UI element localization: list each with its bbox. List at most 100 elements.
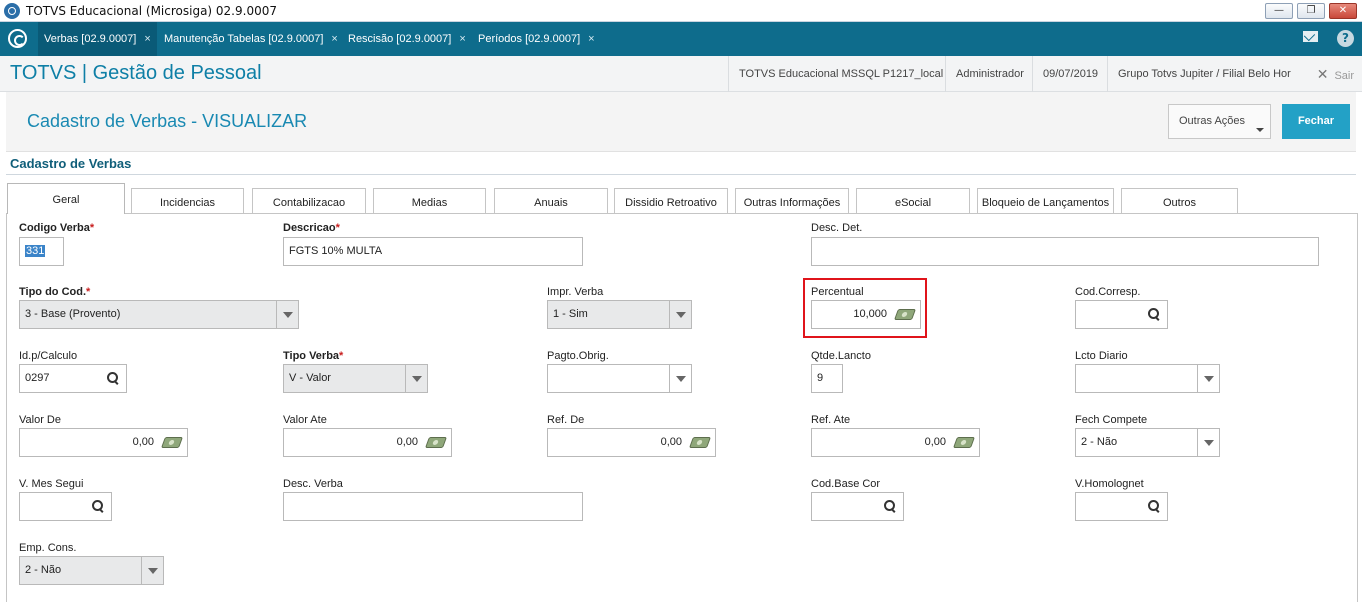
chevron-down-icon[interactable] bbox=[276, 301, 298, 328]
emp-cons-label: Emp. Cons. bbox=[19, 542, 77, 554]
close-window-button[interactable]: ✕ bbox=[1329, 3, 1357, 19]
minimize-button[interactable]: — bbox=[1265, 3, 1293, 19]
v-mes-segui-input[interactable] bbox=[19, 492, 112, 521]
tab-anuais[interactable]: Anuais bbox=[494, 188, 608, 213]
calculator-icon[interactable] bbox=[424, 437, 448, 448]
ref-ate-label: Ref. Ate bbox=[811, 414, 851, 426]
lcto-diario-label: Lcto Diario bbox=[1075, 350, 1128, 362]
lcto-diario-select[interactable] bbox=[1075, 364, 1220, 393]
fech-compete-label: Fech Compete bbox=[1075, 414, 1148, 426]
tab-periodos[interactable]: Períodos [02.9.0007] × bbox=[472, 22, 600, 56]
calculator-icon[interactable] bbox=[160, 437, 184, 448]
other-actions-button[interactable]: Outras Ações bbox=[1168, 104, 1271, 139]
date-info: 09/07/2019 bbox=[1032, 56, 1106, 92]
impr-verba-select[interactable]: 1 - Sim bbox=[547, 300, 692, 329]
valor-ate-input[interactable]: 0,00 bbox=[283, 428, 452, 457]
chevron-down-icon[interactable] bbox=[1197, 429, 1219, 456]
close-button[interactable]: Fechar bbox=[1282, 104, 1350, 139]
tab-verbas[interactable]: Verbas [02.9.0007] × bbox=[38, 22, 157, 56]
descricao-input[interactable]: FGTS 10% MULTA bbox=[283, 237, 583, 266]
highlight-annotation bbox=[803, 278, 927, 338]
tab-close-icon[interactable]: × bbox=[459, 33, 465, 45]
tipo-do-cod-select[interactable]: 3 - Base (Provento) bbox=[19, 300, 299, 329]
cod-corresp-input[interactable] bbox=[1075, 300, 1168, 329]
tab-esocial[interactable]: eSocial bbox=[856, 188, 970, 213]
calculator-icon[interactable] bbox=[952, 437, 976, 448]
ref-de-input[interactable]: 0,00 bbox=[547, 428, 716, 457]
tab-panel-geral bbox=[6, 213, 1358, 602]
restore-button[interactable]: ❐ bbox=[1297, 3, 1325, 19]
emp-cons-select[interactable]: 2 - Não bbox=[19, 556, 164, 585]
cod-base-cor-input[interactable] bbox=[811, 492, 904, 521]
pagto-obrig-label: Pagto.Obrig. bbox=[547, 350, 609, 362]
tab-outros[interactable]: Outros bbox=[1121, 188, 1238, 213]
tab-geral[interactable]: Geral bbox=[7, 183, 125, 214]
search-icon[interactable] bbox=[107, 372, 118, 383]
environment-info: TOTVS Educacional MSSQL P1217_local bbox=[728, 56, 944, 92]
v-homolognet-label: V.Homolognet bbox=[1075, 478, 1144, 490]
valor-de-input[interactable]: 0,00 bbox=[19, 428, 188, 457]
codigo-verba-label: Codigo Verba* bbox=[19, 222, 95, 234]
chevron-down-icon[interactable] bbox=[669, 365, 691, 392]
valor-ate-label: Valor Ate bbox=[283, 414, 327, 426]
tab-incidencias[interactable]: Incidencias bbox=[131, 188, 244, 213]
tipo-verba-select[interactable]: V - Valor bbox=[283, 364, 428, 393]
tab-outras-informacoes[interactable]: Outras Informações bbox=[735, 188, 849, 213]
section-title: Cadastro de Verbas bbox=[10, 156, 132, 171]
tipo-do-cod-label: Tipo do Cod.* bbox=[19, 286, 91, 298]
page-title: Cadastro de Verbas - VISUALIZAR bbox=[27, 111, 308, 131]
v-mes-segui-label: V. Mes Segui bbox=[19, 478, 84, 490]
chevron-down-icon[interactable] bbox=[669, 301, 691, 328]
open-routines-bar: Verbas [02.9.0007] × Manutenção Tabelas [… bbox=[0, 22, 1362, 56]
exit-button[interactable]: ✕ Sair bbox=[1317, 56, 1354, 92]
valor-de-label: Valor De bbox=[19, 414, 61, 426]
codigo-verba-input[interactable]: 331 bbox=[19, 237, 64, 266]
app-header: TOTVS | Gestão de Pessoal TOTVS Educacio… bbox=[0, 56, 1362, 92]
desc-det-input[interactable] bbox=[811, 237, 1319, 266]
tab-contabilizacao[interactable]: Contabilizacao bbox=[252, 188, 366, 213]
exit-label: Sair bbox=[1334, 70, 1354, 82]
pagto-obrig-select[interactable] bbox=[547, 364, 692, 393]
chevron-down-icon[interactable] bbox=[1197, 365, 1219, 392]
app-brand: TOTVS | Gestão de Pessoal bbox=[10, 62, 262, 84]
desc-det-label: Desc. Det. bbox=[811, 222, 863, 234]
window-title-bar: TOTVS Educacional (Microsiga) 02.9.0007 … bbox=[0, 0, 1362, 22]
other-actions-label: Outras Ações bbox=[1179, 115, 1246, 127]
search-icon[interactable] bbox=[884, 500, 895, 511]
tab-close-icon[interactable]: × bbox=[588, 33, 594, 45]
chevron-down-icon[interactable] bbox=[405, 365, 427, 392]
search-icon[interactable] bbox=[1148, 308, 1159, 319]
search-icon[interactable] bbox=[1148, 500, 1159, 511]
page-toolbar: Cadastro de Verbas - VISUALIZAR Outras A… bbox=[6, 92, 1356, 152]
tab-close-icon[interactable]: × bbox=[331, 33, 337, 45]
qtde-lancto-label: Qtde.Lancto bbox=[811, 350, 871, 362]
mail-icon[interactable] bbox=[1303, 31, 1318, 42]
qtde-lancto-input[interactable]: 9 bbox=[811, 364, 843, 393]
desc-verba-label: Desc. Verba bbox=[283, 478, 343, 490]
v-homolognet-input[interactable] bbox=[1075, 492, 1168, 521]
tab-label: Verbas [02.9.0007] bbox=[44, 33, 137, 45]
tab-close-icon[interactable]: × bbox=[144, 33, 150, 45]
branch-info[interactable]: Grupo Totvs Jupiter / Filial Belo Hor bbox=[1107, 56, 1292, 92]
app-logo-icon bbox=[4, 3, 20, 19]
section-divider bbox=[6, 174, 1356, 175]
search-icon[interactable] bbox=[92, 500, 103, 511]
calculator-icon[interactable] bbox=[688, 437, 712, 448]
fech-compete-select[interactable]: 2 - Não bbox=[1075, 428, 1220, 457]
ref-ate-input[interactable]: 0,00 bbox=[811, 428, 980, 457]
impr-verba-label: Impr. Verba bbox=[547, 286, 604, 298]
tab-rescisao[interactable]: Rescisão [02.9.0007] × bbox=[342, 22, 470, 56]
help-icon[interactable]: ? bbox=[1337, 30, 1354, 47]
tab-manutencao-tabelas[interactable]: Manutenção Tabelas [02.9.0007] × bbox=[158, 22, 338, 56]
desc-verba-input[interactable] bbox=[283, 492, 583, 521]
tipo-verba-label: Tipo Verba* bbox=[283, 350, 344, 362]
cod-base-cor-label: Cod.Base Cor bbox=[811, 478, 881, 490]
tab-bloqueio-lancamentos[interactable]: Bloqueio de Lançamentos bbox=[977, 188, 1114, 213]
user-info: Administrador bbox=[945, 56, 1031, 92]
tab-medias[interactable]: Medias bbox=[373, 188, 486, 213]
tab-label: Manutenção Tabelas [02.9.0007] bbox=[164, 33, 324, 45]
id-calculo-input[interactable]: 0297 bbox=[19, 364, 127, 393]
chevron-down-icon[interactable] bbox=[141, 557, 163, 584]
home-icon[interactable] bbox=[8, 29, 27, 48]
tab-dissidio-retroativo[interactable]: Dissidio Retroativo bbox=[614, 188, 728, 213]
